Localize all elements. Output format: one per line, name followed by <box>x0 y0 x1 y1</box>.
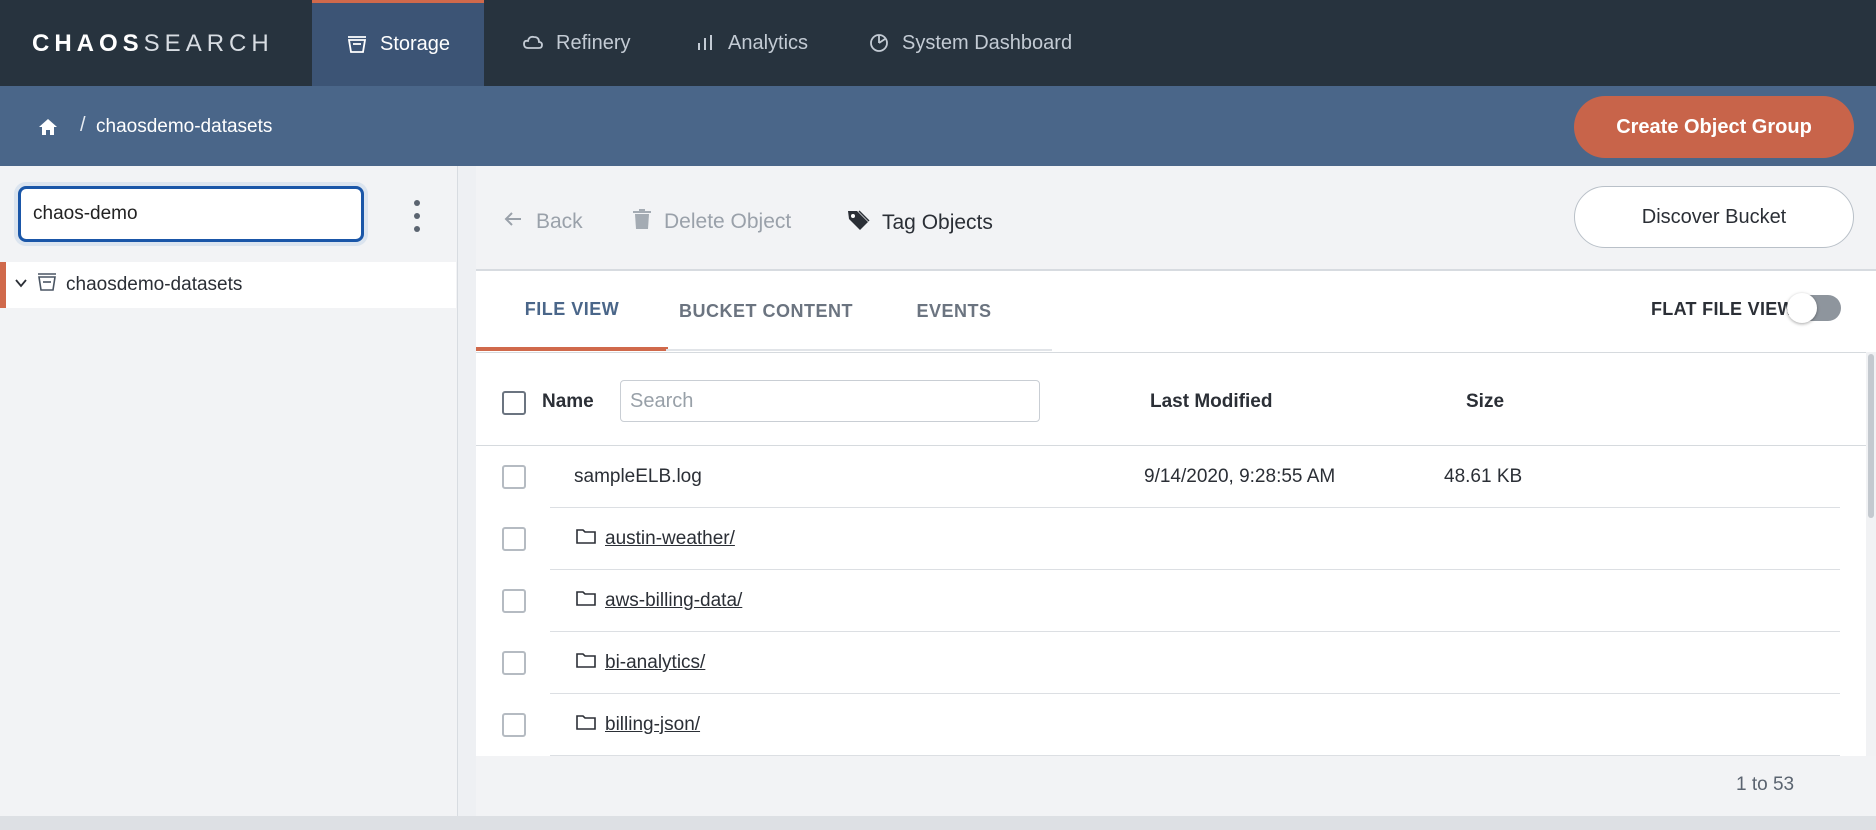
object-browser: Back Delete Object Tag Objects Discover … <box>476 166 1876 816</box>
folder-link[interactable]: austin-weather/ <box>605 528 735 550</box>
folder-icon <box>576 589 596 613</box>
folder-entry[interactable]: billing-json/ <box>576 713 700 737</box>
table-header: Name Last Modified Size <box>476 352 1866 446</box>
pagination-range: 1 to 53 <box>1736 774 1795 795</box>
row-checkbox[interactable] <box>502 465 526 489</box>
tree-item-label: chaosdemo-datasets <box>66 274 243 295</box>
folder-icon <box>576 527 596 551</box>
nav-tab-label: System Dashboard <box>902 31 1073 54</box>
scroll-thumb[interactable] <box>1868 354 1874 518</box>
bucket-sidebar: chaosdemo-datasets <box>0 166 458 816</box>
logo-text-search: SEARCH <box>143 30 274 57</box>
breadcrumb-current[interactable]: chaosdemo-datasets <box>96 116 272 138</box>
storage-icon <box>346 34 368 56</box>
last-modified-cell: 9/14/2020, 9:28:55 AM <box>1144 466 1336 487</box>
table-row[interactable]: austin-weather/ <box>476 508 1866 570</box>
column-header-last-modified[interactable]: Last Modified <box>1150 391 1272 413</box>
cloud-icon <box>522 32 544 54</box>
window-bottom-edge <box>0 816 1876 830</box>
row-divider <box>550 755 1840 756</box>
nav-tab-system-dashboard[interactable]: System Dashboard <box>834 0 1106 86</box>
folder-icon <box>576 651 596 675</box>
tag-objects-label: Tag Objects <box>882 211 993 234</box>
breadcrumb-separator: / <box>80 114 86 136</box>
column-header-name[interactable]: Name <box>542 391 594 413</box>
bucket-search-field[interactable] <box>18 186 364 242</box>
delete-object-label: Delete Object <box>664 210 792 233</box>
select-all-checkbox[interactable] <box>502 391 526 415</box>
nav-tab-storage[interactable]: Storage <box>312 0 485 86</box>
toggle-knob <box>1787 293 1817 323</box>
arrow-left-icon <box>502 208 524 236</box>
dashboard-icon <box>868 32 890 54</box>
tab-file-view[interactable]: FILE VIEW <box>476 271 668 351</box>
tab-events[interactable]: EVENTS <box>864 271 1044 351</box>
top-navigation: CHAOSSEARCH Storage Refinery Analytics S… <box>0 0 1876 86</box>
tab-bucket-content[interactable]: BUCKET CONTENT <box>668 271 864 351</box>
back-button[interactable]: Back <box>502 208 583 236</box>
row-checkbox[interactable] <box>502 589 526 613</box>
nav-tab-label: Refinery <box>556 31 631 54</box>
size-cell: 48.61 KB <box>1444 466 1523 487</box>
nav-tab-label: Analytics <box>728 31 809 54</box>
table-scrollbar[interactable] <box>1866 352 1876 756</box>
folder-link[interactable]: aws-billing-data/ <box>605 590 742 612</box>
discover-bucket-button[interactable]: Discover Bucket <box>1574 186 1854 248</box>
logo-text-chaos: CHAOS <box>32 30 144 57</box>
nav-tab-refinery[interactable]: Refinery <box>488 0 664 86</box>
folder-icon <box>576 713 596 737</box>
table-row[interactable]: billing-json/ <box>476 694 1866 756</box>
flat-file-view-label: FLAT FILE VIEW <box>1651 299 1795 319</box>
folder-link[interactable]: bi-analytics/ <box>605 652 705 674</box>
column-header-size[interactable]: Size <box>1466 391 1504 413</box>
tag-icon <box>846 208 870 238</box>
folder-entry[interactable]: bi-analytics/ <box>576 651 705 675</box>
nav-tab-label: Storage <box>380 33 451 55</box>
trash-icon <box>632 208 652 236</box>
row-checkbox[interactable] <box>502 527 526 551</box>
back-label: Back <box>536 210 583 233</box>
chaossearch-logo[interactable]: CHAOSSEARCH <box>32 30 274 58</box>
table-row[interactable]: aws-billing-data/ <box>476 570 1866 632</box>
home-icon[interactable] <box>38 117 58 142</box>
nav-tab-analytics[interactable]: Analytics <box>660 0 842 86</box>
folder-entry[interactable]: austin-weather/ <box>576 527 735 551</box>
bucket-icon <box>36 271 58 299</box>
table-row[interactable]: bi-analytics/ <box>476 632 1866 694</box>
tabs-underline <box>666 349 1052 351</box>
bucket-search-input[interactable] <box>21 189 361 239</box>
file-table: Name Last Modified Size sampleELB.log 9/… <box>476 352 1866 756</box>
tag-objects-button[interactable]: Tag Objects <box>846 208 993 238</box>
name-search-input[interactable] <box>620 380 1040 422</box>
flat-file-view-toggle[interactable] <box>1787 293 1841 323</box>
folder-link[interactable]: billing-json/ <box>605 714 700 736</box>
row-checkbox[interactable] <box>502 713 526 737</box>
delete-object-button[interactable]: Delete Object <box>632 208 791 236</box>
more-options-icon[interactable] <box>408 198 426 234</box>
create-object-group-button[interactable]: Create Object Group <box>1574 96 1854 158</box>
chevron-down-icon[interactable] <box>14 274 28 296</box>
bar-chart-icon <box>694 32 716 54</box>
table-row[interactable]: sampleELB.log 9/14/2020, 9:28:55 AM 48.6… <box>476 446 1866 508</box>
file-name[interactable]: sampleELB.log <box>574 466 702 488</box>
folder-entry[interactable]: aws-billing-data/ <box>576 589 742 613</box>
row-checkbox[interactable] <box>502 651 526 675</box>
tree-item-bucket[interactable]: chaosdemo-datasets <box>0 262 456 308</box>
